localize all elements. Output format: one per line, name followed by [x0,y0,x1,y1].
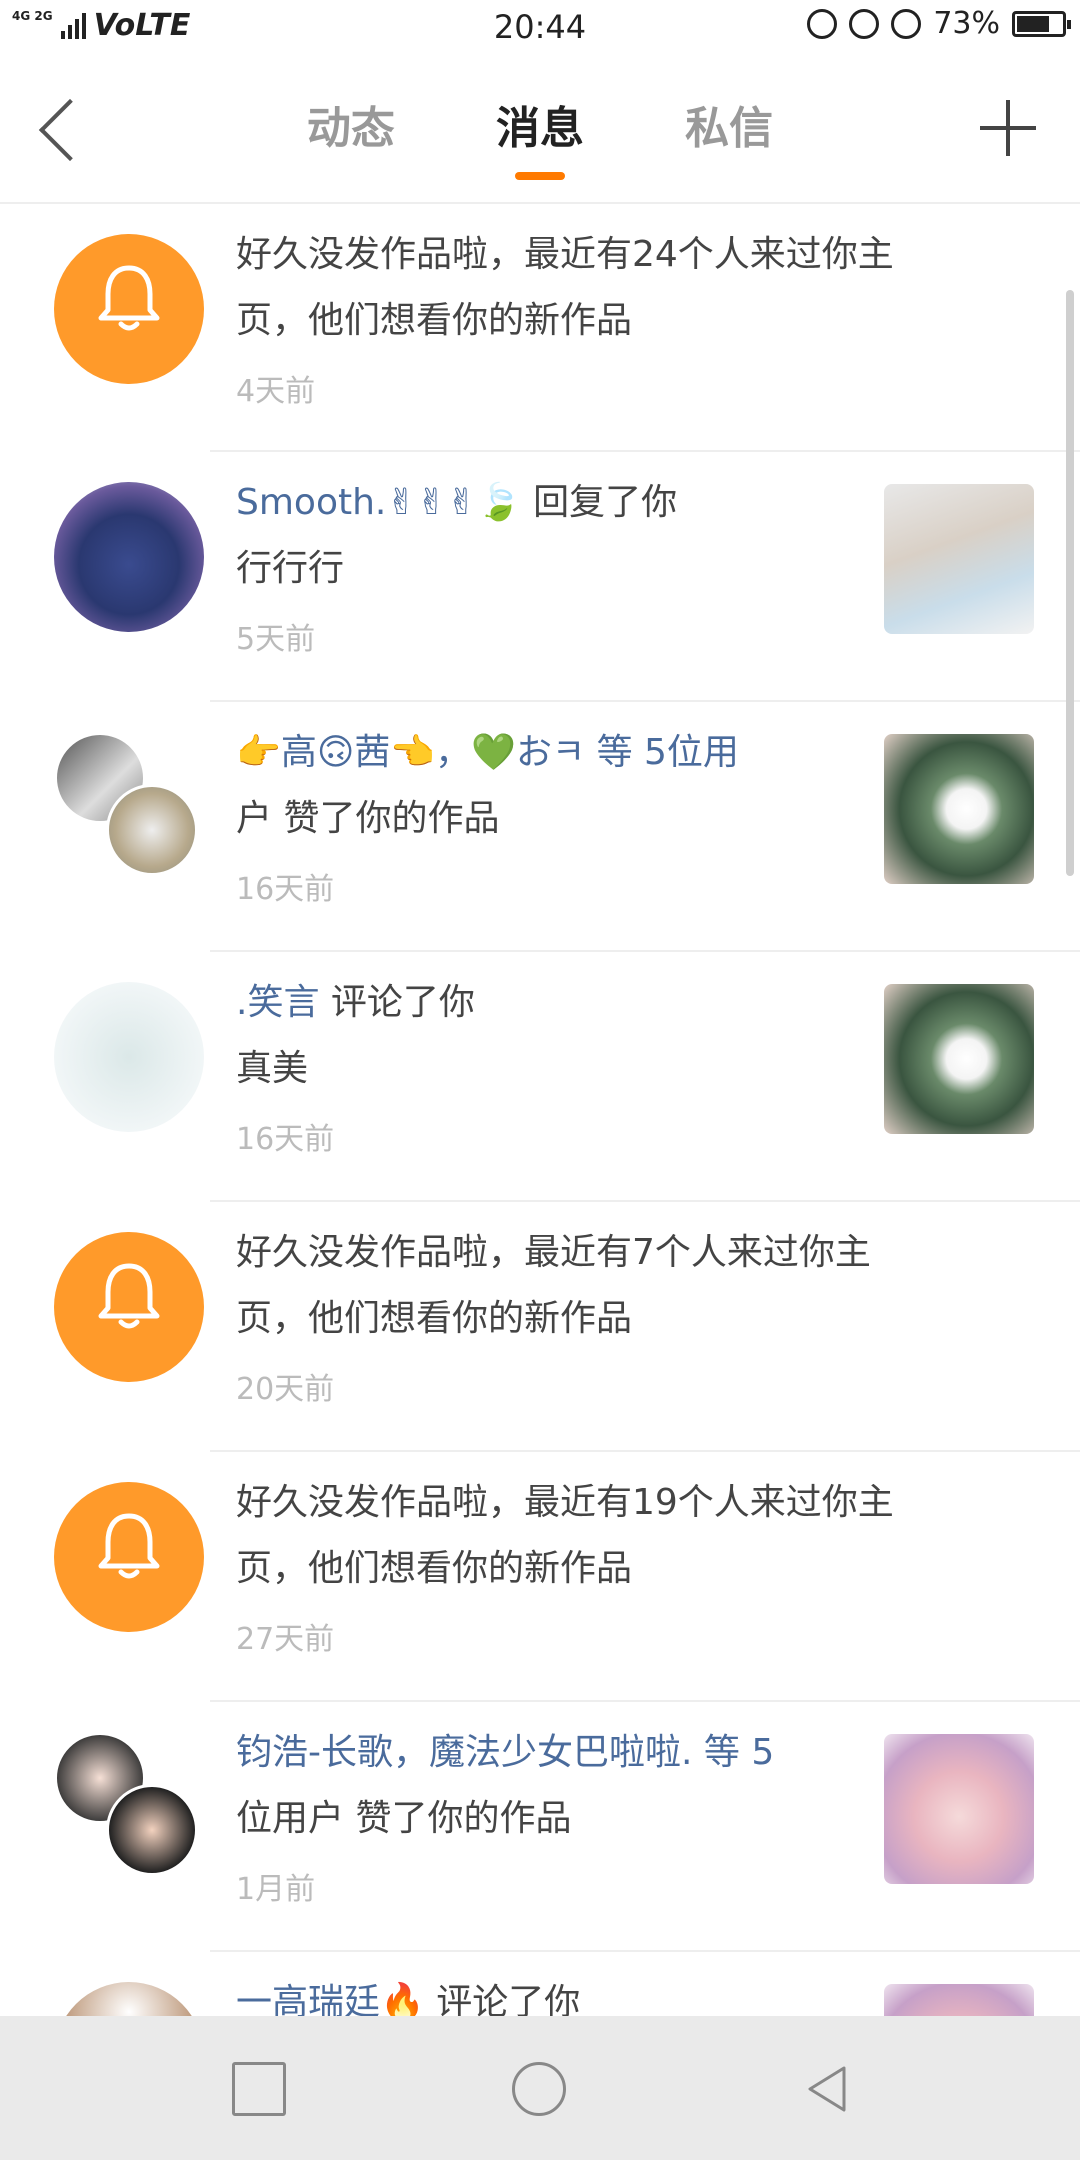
tab-activity[interactable]: 动态 [307,92,395,156]
avatar[interactable] [54,234,204,384]
message-content: 一高瑞廷🔥 评论了你 [236,1970,880,2016]
message-time: 1月前 [236,1872,316,1907]
list-item[interactable]: .笑言 评论了你 真美 16天前 [54,952,1080,1202]
message-content: Smooth.✌✌✌🍃 回复了你 行行行 5天前 [236,470,880,658]
user-avatar [106,784,198,876]
plus-icon[interactable] [980,100,1036,156]
avatar[interactable] [54,1232,204,1382]
post-thumbnail[interactable] [884,1734,1034,1884]
message-text: 好久没发作品啦，最近有19个人来过你主 [236,1482,894,1523]
list-item[interactable]: 好久没发作品啦，最近有24个人来过你主 页，他们想看你的新作品 4天前 [54,204,1080,452]
message-content: 好久没发作品啦，最近有19个人来过你主 页，他们想看你的新作品 27天前 [236,1470,1080,1658]
message-text-cont: 页，他们想看你的新作品 [236,1298,633,1339]
message-time: 16天前 [236,872,335,907]
user-name[interactable]: 钧浩-长歌，魔法少女巴啦啦. [236,1732,692,1773]
post-thumbnail[interactable] [884,984,1034,1134]
avatar[interactable] [54,982,204,1132]
mute-icon [807,8,838,39]
battery-icon [1012,10,1071,37]
message-time: 4天前 [236,374,316,409]
reply-text: 行行行 [236,548,345,589]
bell-icon [96,1512,162,1582]
message-list[interactable]: 好久没发作品啦，最近有24个人来过你主 页，他们想看你的新作品 4天前 Smoo… [0,204,1080,2016]
message-text-cont: 页，他们想看你的新作品 [236,1548,633,1589]
post-thumbnail[interactable] [884,734,1034,884]
system-nav-bar [0,2016,1080,2160]
message-text-cont: 页，他们想看你的新作品 [236,300,633,341]
list-item[interactable]: 好久没发作品啦，最近有7个人来过你主 页，他们想看你的新作品 20天前 [54,1202,1080,1452]
list-item[interactable]: 👉高🙃茜👈，💚おㅋ 等 5位用 户 赞了你的作品 16天前 [54,702,1080,952]
back-triangle-icon[interactable] [800,2062,854,2116]
avatar[interactable] [54,732,204,882]
message-time: 16天前 [236,1122,335,1157]
group-avatar [54,732,204,882]
tab-messages[interactable]: 消息 [496,92,584,180]
list-item[interactable]: 钧浩-长歌，魔法少女巴啦啦. 等 5 位用户 赞了你的作品 1月前 [54,1702,1080,1952]
message-time: 27天前 [236,1622,335,1657]
user-name[interactable]: 👉高🙃茜👈，💚おㅋ [236,732,585,773]
post-thumbnail[interactable] [884,1984,1034,2016]
user-avatar [54,482,204,632]
message-time: 20天前 [236,1372,335,1407]
list-item[interactable]: Smooth.✌✌✌🍃 回复了你 行行行 5天前 [54,452,1080,702]
group-avatar [54,1732,204,1882]
alarm-icon [891,8,922,39]
home-button[interactable] [512,2062,566,2116]
avatar[interactable] [54,1982,204,2016]
user-name[interactable]: Smooth.✌✌✌🍃 [236,482,522,523]
action-text: 等 5 [692,1732,775,1773]
avatar[interactable] [54,482,204,632]
list-item[interactable]: 一高瑞廷🔥 评论了你 [54,1952,1080,2016]
avatar[interactable] [54,1482,204,1632]
post-thumbnail[interactable] [884,484,1034,634]
user-name[interactable]: .笑言 [236,982,319,1023]
battery-percent: 73% [933,6,1000,41]
user-avatar [54,982,204,1132]
message-text: 好久没发作品啦，最近有7个人来过你主 [236,1232,871,1273]
avatar[interactable] [54,1732,204,1882]
action-text-cont: 位用户 赞了你的作品 [236,1798,572,1839]
tab-bar: 动态 消息 私信 [0,92,1080,180]
user-name[interactable]: 一高瑞廷🔥 [236,1982,425,2016]
message-content: 好久没发作品啦，最近有24个人来过你主 页，他们想看你的新作品 4天前 [236,222,1080,410]
header: 动态 消息 私信 [0,56,1080,204]
message-content: 👉高🙃茜👈，💚おㅋ 等 5位用 户 赞了你的作品 16天前 [236,720,880,908]
comment-text: 真美 [236,1048,309,1089]
notification-avatar [54,1232,204,1382]
action-text-cont: 户 赞了你的作品 [236,798,500,839]
user-avatar [54,1982,204,2016]
status-bar: 4G 2G VoLTE 20:44 73% [0,0,1080,56]
user-avatar [106,1784,198,1876]
tab-private-messages[interactable]: 私信 [685,92,773,156]
action-text: 回复了你 [521,482,678,523]
message-content: 钧浩-长歌，魔法少女巴啦啦. 等 5 位用户 赞了你的作品 1月前 [236,1720,880,1908]
status-icons: 73% [807,6,1071,41]
message-content: .笑言 评论了你 真美 16天前 [236,970,880,1158]
action-text: 评论了你 [319,982,475,1023]
notification-avatar [54,234,204,384]
recents-button[interactable] [232,2062,286,2116]
message-text: 好久没发作品啦，最近有24个人来过你主 [236,234,894,275]
scrollbar[interactable] [1066,290,1074,876]
notification-avatar [54,1482,204,1632]
action-text: 等 5位用 [585,732,739,773]
bell-icon [96,264,162,334]
rotation-lock-icon [849,8,880,39]
message-time: 5天前 [236,622,316,657]
list-item[interactable]: 好久没发作品啦，最近有19个人来过你主 页，他们想看你的新作品 27天前 [54,1452,1080,1702]
action-text: 评论了你 [424,1982,581,2016]
message-content: 好久没发作品啦，最近有7个人来过你主 页，他们想看你的新作品 20天前 [236,1220,1080,1408]
bell-icon [96,1262,162,1332]
